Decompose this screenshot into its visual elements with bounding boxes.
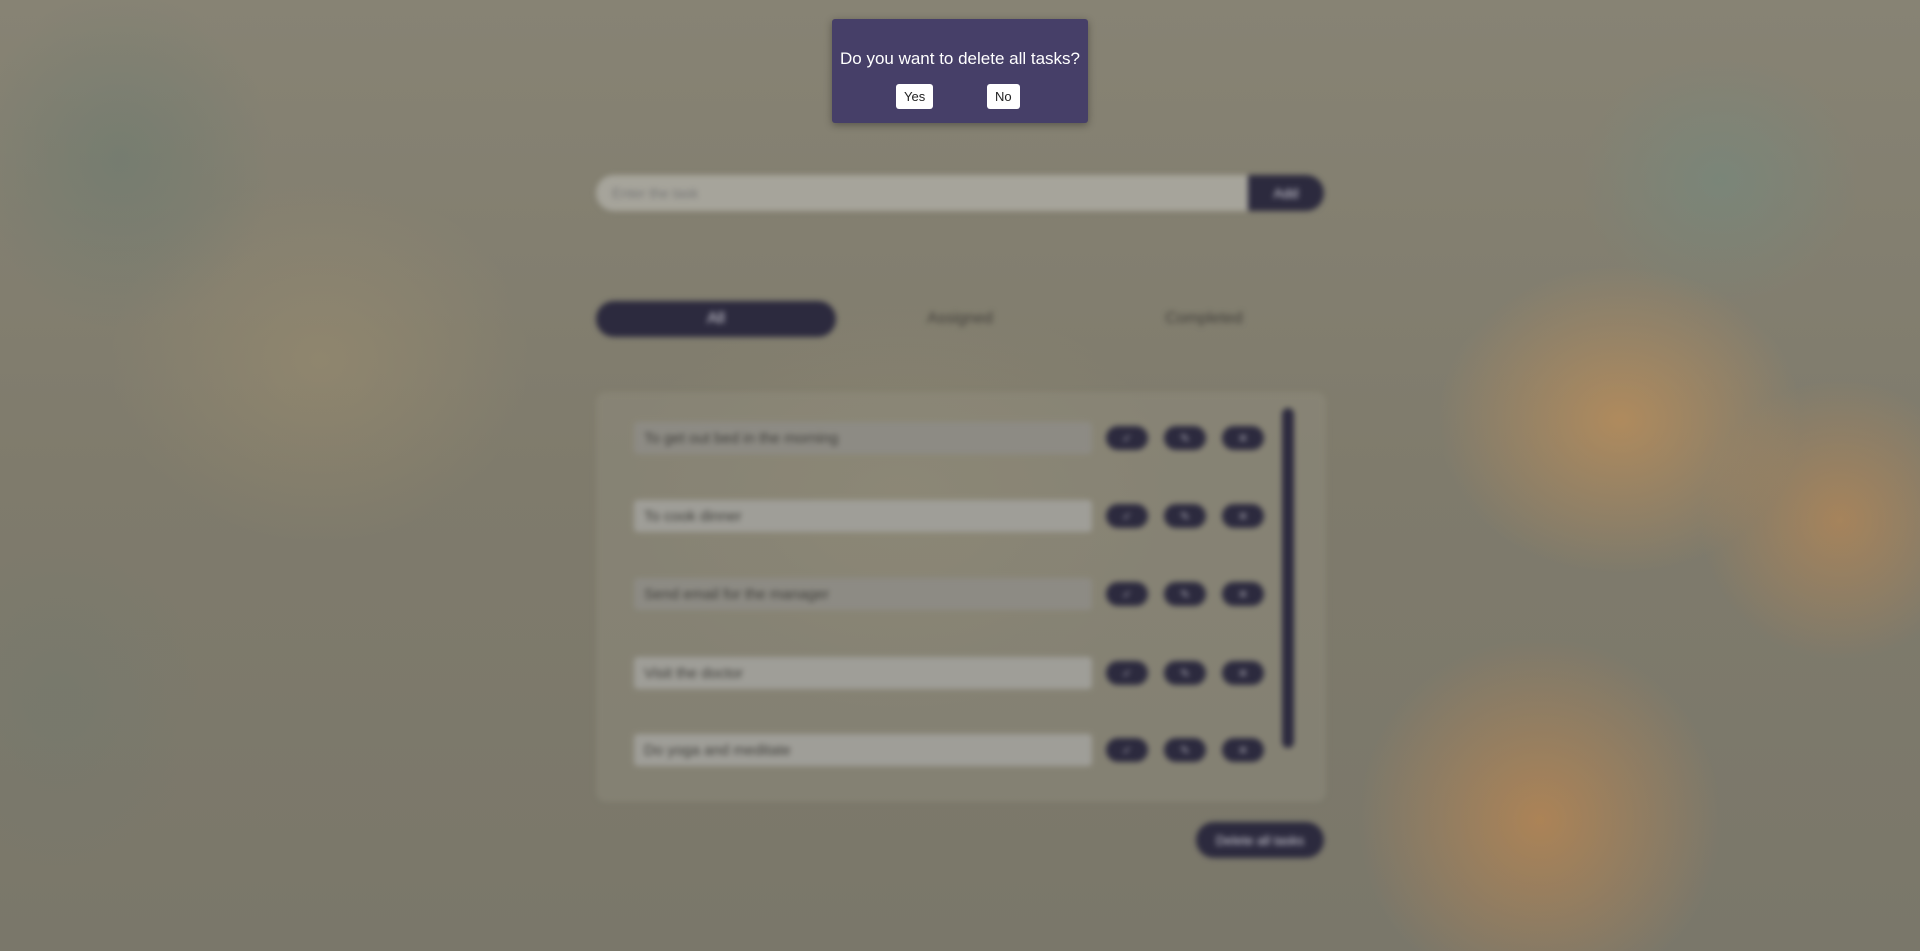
complete-task-button[interactable]: ✓ — [1106, 504, 1148, 528]
task-text: To get out bed in the morning — [634, 422, 1092, 454]
task-row: Visit the doctor ✓ ✎ ✕ — [634, 657, 1294, 689]
complete-task-button[interactable]: ✓ — [1106, 426, 1148, 450]
complete-task-button[interactable]: ✓ — [1106, 661, 1148, 685]
tab-assigned[interactable]: Assigned — [840, 301, 1080, 337]
tab-completed[interactable]: Completed — [1084, 301, 1324, 337]
edit-task-button[interactable]: ✎ — [1164, 426, 1206, 450]
yes-button[interactable]: Yes — [896, 84, 934, 109]
complete-task-button[interactable]: ✓ — [1106, 738, 1148, 762]
complete-task-button[interactable]: ✓ — [1106, 582, 1148, 606]
no-button[interactable]: No — [987, 84, 1020, 109]
edit-task-button[interactable]: ✎ — [1164, 582, 1206, 606]
list-scrollbar[interactable] — [1282, 408, 1294, 748]
task-text: Do yoga and meditate — [634, 734, 1092, 766]
task-row: To cook dinner ✓ ✎ ✕ — [634, 500, 1294, 532]
task-input[interactable] — [596, 175, 1248, 211]
delete-task-button[interactable]: ✕ — [1222, 738, 1264, 762]
dialog-message: Do you want to delete all tasks? — [839, 49, 1081, 68]
delete-task-button[interactable]: ✕ — [1222, 426, 1264, 450]
add-task-button[interactable]: Add — [1248, 175, 1324, 211]
task-text: Visit the doctor — [634, 657, 1092, 689]
delete-confirm-dialog: Do you want to delete all tasks? Yes No — [832, 19, 1088, 123]
edit-task-button[interactable]: ✎ — [1164, 738, 1206, 762]
task-list: To get out bed in the morning ✓ ✎ ✕ To c… — [596, 392, 1326, 802]
edit-task-button[interactable]: ✎ — [1164, 504, 1206, 528]
task-row: Send email for the manager ✓ ✎ ✕ — [634, 578, 1294, 610]
filter-tabs: All Assigned Completed — [596, 301, 1324, 337]
task-text: To cook dinner — [634, 500, 1092, 532]
edit-task-button[interactable]: ✎ — [1164, 661, 1206, 685]
delete-task-button[interactable]: ✕ — [1222, 661, 1264, 685]
task-row: Do yoga and meditate ✓ ✎ ✕ — [634, 734, 1294, 766]
task-input-group: Add — [596, 175, 1324, 211]
delete-all-button[interactable]: Delete all tasks — [1196, 822, 1324, 858]
delete-task-button[interactable]: ✕ — [1222, 582, 1264, 606]
app-blurred-layer: Add All Assigned Completed To get out be… — [0, 0, 1920, 951]
tab-all[interactable]: All — [596, 301, 836, 337]
task-row: To get out bed in the morning ✓ ✎ ✕ — [634, 422, 1294, 454]
task-text: Send email for the manager — [634, 578, 1092, 610]
delete-task-button[interactable]: ✕ — [1222, 504, 1264, 528]
